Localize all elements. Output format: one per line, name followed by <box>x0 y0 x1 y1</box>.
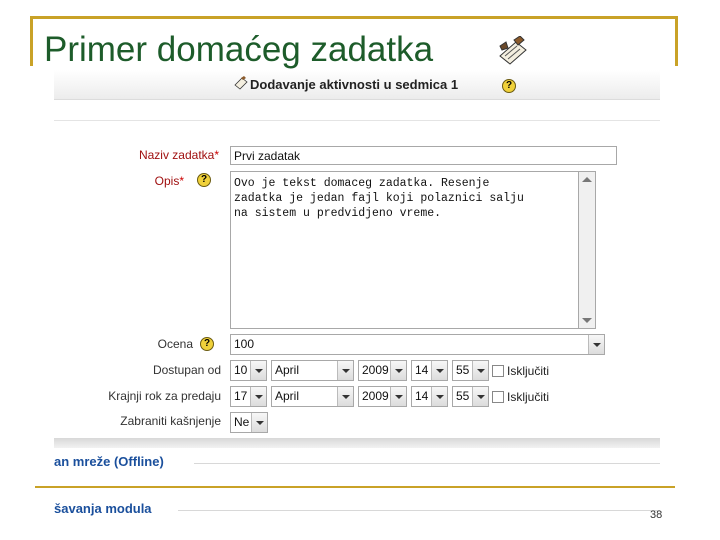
chevron-down-icon <box>472 361 488 380</box>
help-icon[interactable]: ? <box>197 173 211 187</box>
chevron-down-icon <box>337 361 353 380</box>
slide-frame-right <box>675 16 678 66</box>
field-label-available: Dostupan od <box>152 363 221 377</box>
assignment-icon <box>499 36 527 65</box>
field-label-description: Opis* <box>154 174 184 188</box>
help-icon[interactable]: ? <box>200 337 214 351</box>
field-label-name: Naziv zadatka* <box>138 148 219 162</box>
grade-select[interactable]: 100 <box>230 334 605 355</box>
available-year-select[interactable]: 2009 <box>358 360 407 381</box>
chevron-down-icon <box>337 387 353 406</box>
section-title-offline[interactable]: an mreže (Offline) <box>54 454 164 469</box>
description-textarea[interactable]: Ovo je tekst domaceg zadatka. Resenje za… <box>230 171 596 329</box>
available-hour-select[interactable]: 14 <box>411 360 448 381</box>
due-hour-select[interactable]: 14 <box>411 386 448 407</box>
field-label-due: Krajnji rok za predaju <box>108 389 221 403</box>
scroll-up-icon[interactable] <box>582 177 592 182</box>
chevron-down-icon <box>431 361 447 380</box>
help-icon[interactable]: ? <box>502 79 516 93</box>
page-number: 38 <box>650 509 663 521</box>
available-month-select[interactable]: April <box>271 360 354 381</box>
due-disable-checkbox[interactable] <box>492 391 504 403</box>
slide-frame-top <box>30 16 678 19</box>
chevron-down-icon <box>251 413 267 432</box>
chevron-down-icon <box>472 387 488 406</box>
field-label-prevent-late: Zabraniti kašnjenje <box>120 414 221 428</box>
due-year-select[interactable]: 2009 <box>358 386 407 407</box>
available-day-select[interactable]: 10 <box>230 360 267 381</box>
field-label-grade: Ocena <box>157 337 193 351</box>
due-month-select[interactable]: April <box>271 386 354 407</box>
slide-frame-left <box>30 16 33 66</box>
due-day-select[interactable]: 17 <box>230 386 267 407</box>
due-disable-label: Isključiti <box>507 390 550 404</box>
textarea-scrollbar[interactable] <box>578 171 596 329</box>
moodle-form-screenshot: Dodavanje aktivnosti u sedmica 1 ? Naziv… <box>54 70 660 520</box>
chevron-down-icon <box>390 387 406 406</box>
form-header-title: Dodavanje aktivnosti u sedmica 1 <box>250 77 459 92</box>
chevron-down-icon <box>588 335 604 354</box>
chevron-down-icon <box>250 387 266 406</box>
due-minute-select[interactable]: 55 <box>452 386 489 407</box>
chevron-down-icon <box>390 361 406 380</box>
section-divider-band <box>54 438 660 448</box>
assignment-name-input[interactable]: Prvi zadatak <box>230 146 617 165</box>
available-disable-checkbox[interactable] <box>492 365 504 377</box>
assignment-icon <box>234 76 248 90</box>
section-rule <box>194 463 660 464</box>
available-minute-select[interactable]: 55 <box>452 360 489 381</box>
chevron-down-icon <box>250 361 266 380</box>
prevent-late-select[interactable]: Ne <box>230 412 268 433</box>
scroll-down-icon[interactable] <box>582 318 592 323</box>
slide-title: Primer domaćeg zadatka <box>44 30 434 69</box>
divider <box>54 120 660 121</box>
section-rule <box>178 510 660 511</box>
section-title-module-settings[interactable]: šavanja modula <box>54 501 152 516</box>
available-disable-label: Isključiti <box>507 364 550 378</box>
chevron-down-icon <box>431 387 447 406</box>
